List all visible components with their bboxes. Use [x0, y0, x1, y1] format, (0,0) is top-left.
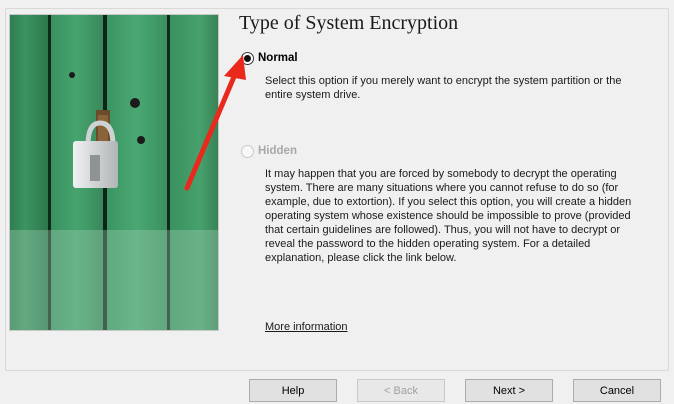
- back-button[interactable]: < Back: [357, 379, 445, 402]
- hidden-radio[interactable]: [241, 145, 254, 158]
- side-image-padlock-door: [9, 14, 219, 331]
- more-information-link[interactable]: More information: [265, 321, 348, 333]
- hidden-description-line: It may happen that you are forced by som…: [265, 168, 617, 180]
- normal-description-line: entire system drive.: [265, 89, 361, 101]
- help-button[interactable]: Help: [249, 379, 337, 402]
- hidden-description: It may happen that you are forced by som…: [265, 167, 631, 265]
- hidden-description-line: system. There are many situations where …: [265, 182, 619, 194]
- hidden-description-line: that certain guidelines are followed). T…: [265, 224, 621, 236]
- normal-description-line: Select this option if you merely want to…: [265, 75, 622, 87]
- hidden-description-line: reveal the password to the hidden operat…: [265, 238, 591, 250]
- page-title: Type of System Encryption: [239, 12, 459, 34]
- hidden-description-line: example, due to extortion). If you selec…: [265, 196, 632, 208]
- normal-label[interactable]: Normal: [258, 52, 298, 64]
- normal-description: Select this option if you merely want to…: [265, 74, 621, 102]
- next-button[interactable]: Next >: [465, 379, 553, 402]
- cancel-button[interactable]: Cancel: [573, 379, 661, 402]
- hidden-description-line: operating system whose existence should …: [265, 210, 631, 222]
- hidden-description-line: explanation, please click the link below…: [265, 252, 457, 264]
- hidden-label[interactable]: Hidden: [258, 145, 297, 157]
- normal-radio[interactable]: [241, 52, 254, 65]
